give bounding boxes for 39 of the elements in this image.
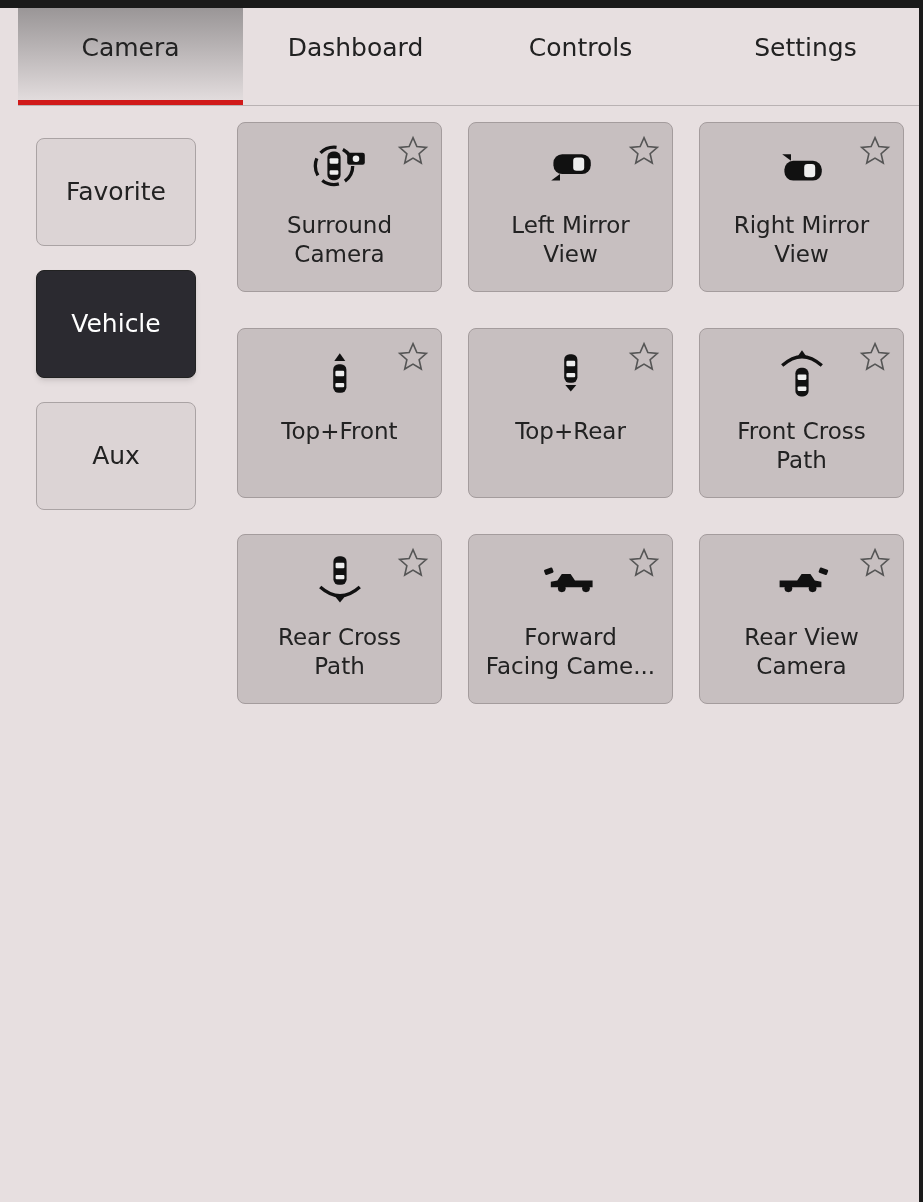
camera-view-tile[interactable]: Rear View Camera xyxy=(699,534,904,704)
star-icon[interactable] xyxy=(628,547,660,579)
car-top-view-icon xyxy=(330,351,349,395)
camera-view-tile[interactable]: Right Mirror View xyxy=(699,122,904,292)
camera-view-tile[interactable]: Left Mirror View xyxy=(468,122,673,292)
category-button[interactable]: Favorite xyxy=(36,138,196,246)
star-icon[interactable] xyxy=(859,341,891,373)
camera-view-tile[interactable]: Forward Facing Came... xyxy=(468,534,673,704)
camera-view-tile[interactable]: Top+Rear xyxy=(468,328,673,498)
car-cross-path-icon xyxy=(317,553,362,605)
star-icon[interactable] xyxy=(628,341,660,373)
tile-label: Surround Camera xyxy=(287,211,392,269)
camera-view-tile[interactable]: Rear Cross Path xyxy=(237,534,442,704)
tile-label: Top+Rear xyxy=(515,417,626,446)
camera-view-tile[interactable]: Top+Front xyxy=(237,328,442,498)
star-icon[interactable] xyxy=(628,135,660,167)
star-icon[interactable] xyxy=(859,547,891,579)
tile-label: Rear View Camera xyxy=(744,623,859,681)
car-side-mirror-icon xyxy=(548,151,593,183)
tile-label: Right Mirror View xyxy=(733,211,870,269)
tile-label: Front Cross Path xyxy=(737,417,866,475)
tab[interactable]: Dashboard xyxy=(243,8,468,105)
tab[interactable]: Settings xyxy=(693,8,918,105)
tab[interactable]: Camera xyxy=(18,8,243,105)
tile-label: Forward Facing Came... xyxy=(485,623,656,681)
tile-label: Top+Front xyxy=(281,417,398,446)
star-icon[interactable] xyxy=(859,135,891,167)
car-rotate-camera-icon xyxy=(312,145,367,189)
category-button[interactable]: Vehicle xyxy=(36,270,196,378)
star-icon[interactable] xyxy=(397,135,429,167)
star-icon[interactable] xyxy=(397,547,429,579)
tile-label: Rear Cross Path xyxy=(278,623,401,681)
camera-view-tile[interactable]: Front Cross Path xyxy=(699,328,904,498)
star-icon[interactable] xyxy=(397,341,429,373)
tile-label: Left Mirror View xyxy=(511,211,630,269)
camera-view-tile[interactable]: Surround Camera xyxy=(237,122,442,292)
tab[interactable]: Controls xyxy=(468,8,693,105)
car-top-view-icon xyxy=(561,352,580,394)
category-button[interactable]: Aux xyxy=(36,402,196,510)
